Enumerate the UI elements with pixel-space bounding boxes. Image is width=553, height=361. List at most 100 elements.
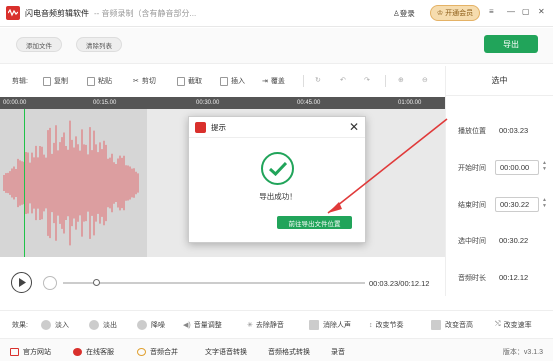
redo-icon[interactable]: ↻ xyxy=(315,76,321,84)
top-toolbar: 添加文件 清除列表 导出 xyxy=(0,28,553,64)
forward-icon[interactable]: ↷ xyxy=(364,76,370,84)
success-check-icon xyxy=(261,152,294,185)
start-time-stepper[interactable]: ▲ ▼ xyxy=(542,160,547,172)
cut-button[interactable]: ✂ 剪切 xyxy=(133,76,156,86)
effects-label: 效果: xyxy=(12,322,28,329)
ruler-tick-label: 00:15.00 xyxy=(93,100,117,106)
menu-icon[interactable]: ≡ xyxy=(489,7,494,16)
crop-icon xyxy=(177,76,185,86)
selected-time-label: 选中时间 xyxy=(458,238,486,245)
app-logo-icon xyxy=(195,121,206,133)
document-title: -- 音频录制（含有静音部分... xyxy=(94,8,197,18)
effect-fade-in[interactable]: 淡入 xyxy=(41,320,69,330)
copy-icon xyxy=(43,76,51,86)
end-time-field[interactable]: 00:30.22 xyxy=(495,197,539,212)
record-link[interactable]: 录音 xyxy=(331,347,345,357)
start-time-label: 开始时间 xyxy=(458,165,486,172)
clear-list-button[interactable]: 清除列表 xyxy=(76,37,122,52)
maximize-icon[interactable]: ▢ xyxy=(522,7,530,16)
playback-time: 00:03.23/00:12.12 xyxy=(369,279,430,288)
ruler-tick-label: 00:00.00 xyxy=(3,100,27,106)
effect-change-tempo[interactable]: ↕ 改变节奏 xyxy=(369,320,404,330)
close-icon[interactable]: ✕ xyxy=(538,7,545,16)
divider xyxy=(385,75,386,87)
insert-button[interactable]: 插入 xyxy=(220,76,245,86)
duration-value: 00:12.12 xyxy=(499,273,529,282)
play-position-value: 00:03.23 xyxy=(499,126,529,135)
crown-icon: ♔ xyxy=(436,10,444,17)
effect-denoise[interactable]: 降噪 xyxy=(137,320,165,330)
audio-merge-link[interactable]: 音频合并 xyxy=(137,347,178,357)
undo-icon[interactable]: ↶ xyxy=(340,76,346,84)
stop-button[interactable] xyxy=(43,276,57,290)
effect-remove-vocals[interactable]: 消除人声 xyxy=(309,320,351,330)
effect-change-speed[interactable]: ⤭ 改变速率 xyxy=(495,320,532,330)
edit-toolbar: 剪辑: 复制 粘贴 ✂ 剪切 截取 插入 ⇥ 覆盖 ↻ ↶ ↷ ⊕ ⊖ xyxy=(0,66,445,96)
version-label: 版本：v3.1.3 xyxy=(502,349,543,356)
export-button[interactable]: 导出 xyxy=(484,35,538,53)
zoom-in-icon[interactable]: ⊕ xyxy=(398,76,404,84)
login-button[interactable]: ♙登录 xyxy=(393,8,415,19)
waveform xyxy=(3,120,139,246)
dialog-header: 提示 ✕ xyxy=(189,117,365,138)
app-logo-icon xyxy=(6,6,20,20)
end-time-label: 结束时间 xyxy=(458,202,486,209)
effect-remove-silence[interactable]: ✳ 去除静音 xyxy=(247,320,284,330)
start-time-field[interactable]: 00:00.00 xyxy=(495,160,539,175)
tempo-icon: ↕ xyxy=(369,321,373,329)
overwrite-button[interactable]: ⇥ 覆盖 xyxy=(262,76,285,86)
denoise-icon xyxy=(137,320,147,330)
divider xyxy=(303,75,304,87)
footer-bar: 官方网站 在线客服 音频合并 文字语音转换 音频格式转换 录音 版本：v3.1.… xyxy=(0,338,553,361)
effect-change-pitch[interactable]: 改变音高 xyxy=(431,320,473,330)
panel-title: 选中 xyxy=(446,66,553,96)
export-success-dialog: 提示 ✕ 导出成功！ 前往导出文件位置 xyxy=(188,116,366,243)
open-export-location-button[interactable]: 前往导出文件位置 xyxy=(277,216,352,229)
copy-button[interactable]: 复制 xyxy=(43,76,68,86)
selected-time-value: 00:30.22 xyxy=(499,236,529,245)
crop-button[interactable]: 截取 xyxy=(177,76,202,86)
edit-label: 剪辑: xyxy=(12,78,28,85)
end-time-stepper[interactable]: ▲ ▼ xyxy=(542,197,547,209)
format-convert-link[interactable]: 音频格式转换 xyxy=(268,347,310,357)
effect-fade-out[interactable]: 淡出 xyxy=(89,320,117,330)
user-icon: ♙ xyxy=(393,9,400,18)
official-site-link[interactable]: 官方网站 xyxy=(10,347,51,357)
vip-button[interactable]: ♔ 开通会员 xyxy=(430,5,480,21)
play-button[interactable] xyxy=(11,272,32,293)
playhead[interactable] xyxy=(24,109,25,257)
online-support-link[interactable]: 在线客服 xyxy=(73,347,114,357)
add-file-button[interactable]: 添加文件 xyxy=(16,37,62,52)
paste-button[interactable]: 粘贴 xyxy=(87,76,112,86)
ruler-tick-label: 00:30.00 xyxy=(196,100,220,106)
website-icon xyxy=(10,348,19,356)
effects-bar: 效果: 淡入 淡出 降噪 ◀) 音量调整 ✳ 去除静音 消除人声 ↕ 改变节奏 改变音… xyxy=(0,310,553,336)
volume-icon: ◀) xyxy=(183,322,191,329)
pitch-icon xyxy=(431,320,441,330)
fade-in-icon xyxy=(41,320,51,330)
play-icon xyxy=(18,278,26,287)
dialog-message: 导出成功！ xyxy=(259,192,297,201)
time-ruler[interactable]: 00:00.00 00:15.00 00:30.00 00:45.00 01:0… xyxy=(0,97,445,109)
dialog-title: 提示 xyxy=(211,122,226,132)
ruler-tick-label: 00:45.00 xyxy=(297,100,321,106)
insert-icon xyxy=(220,76,228,86)
scissors-icon: ✂ xyxy=(133,78,139,85)
player-bar: 00:03.23/00:12.12 xyxy=(0,262,445,302)
duration-label: 音频时长 xyxy=(458,275,486,282)
remove-vocals-icon xyxy=(309,320,319,330)
play-position-label: 播放位置 xyxy=(458,128,486,135)
app-title: 闪电音频剪辑软件 xyxy=(25,8,89,18)
dialog-close-icon[interactable]: ✕ xyxy=(349,120,359,134)
progress-knob[interactable] xyxy=(92,279,100,286)
paste-icon xyxy=(87,76,95,86)
overwrite-icon: ⇥ xyxy=(262,78,268,85)
zoom-out-icon[interactable]: ⊖ xyxy=(422,76,428,84)
tts-link[interactable]: 文字语音转换 xyxy=(205,347,247,357)
selection-panel: 选中 播放位置 00:03.23 开始时间 00:00.00 ▲ ▼ 结束时间 0… xyxy=(445,66,553,296)
support-icon xyxy=(73,348,82,356)
ruler-tick-label: 01:00.00 xyxy=(398,100,422,106)
progress-track[interactable] xyxy=(63,282,365,284)
minimize-icon[interactable]: — xyxy=(507,7,515,16)
effect-volume[interactable]: ◀) 音量调整 xyxy=(183,320,222,330)
